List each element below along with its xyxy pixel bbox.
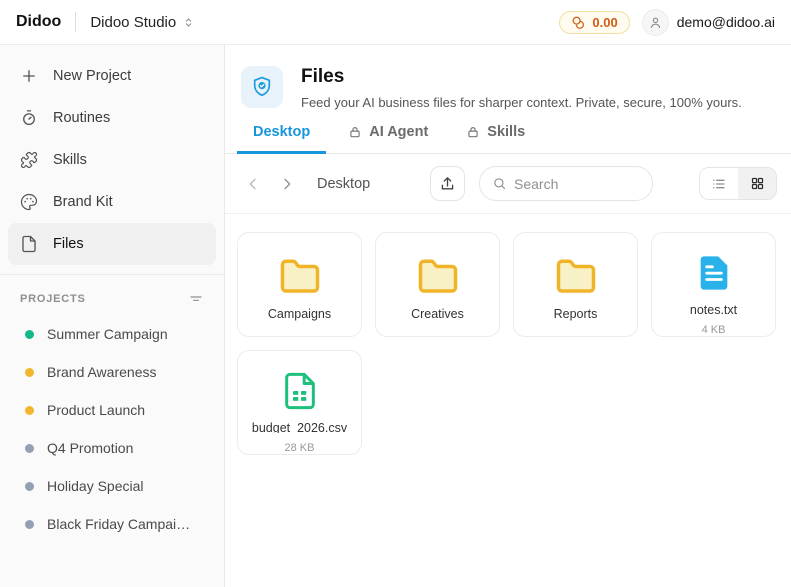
files-page-header: Files Feed your AI business files for sh… — [225, 45, 791, 110]
project-label: Holiday Special — [47, 478, 144, 494]
folder-icon — [553, 256, 599, 298]
sidebar-item-files[interactable]: Files — [8, 223, 216, 265]
sidebar: New Project Routines Skills Brand Kit Fi — [0, 45, 225, 587]
account-menu[interactable]: demo@didoo.ai — [642, 9, 775, 36]
workspace-switcher[interactable]: Didoo Studio — [90, 14, 195, 31]
project-dot — [25, 482, 34, 491]
tab-skills[interactable]: Skills — [450, 124, 541, 154]
file-icon — [20, 235, 38, 253]
file-name: Reports — [554, 307, 598, 321]
file-size: 4 KB — [702, 324, 726, 336]
project-label: Q4 Promotion — [47, 440, 133, 456]
timer-icon — [20, 109, 38, 127]
sidebar-item-label: New Project — [53, 68, 131, 84]
sidebar-item-skills[interactable]: Skills — [8, 139, 216, 181]
sidebar-item-label: Brand Kit — [53, 194, 113, 210]
tab-label: AI Agent — [369, 124, 428, 140]
project-dot — [25, 368, 34, 377]
project-item-holiday-special[interactable]: Holiday Special — [8, 467, 216, 505]
sidebar-item-label: Skills — [53, 152, 87, 168]
project-item-product-launch[interactable]: Product Launch — [8, 391, 216, 429]
view-toggle — [699, 167, 777, 200]
project-dot — [25, 406, 34, 415]
filter-icon[interactable] — [188, 291, 204, 307]
back-button[interactable] — [239, 170, 267, 198]
folder-icon — [415, 256, 461, 298]
file-name: notes.txt — [690, 303, 737, 315]
app-logo: Didoo — [16, 13, 61, 31]
file-card-reports[interactable]: Reports — [513, 232, 638, 337]
file-card-budget-csv[interactable]: budget_2026.csv 28 KB — [237, 350, 362, 455]
file-card-campaigns[interactable]: Campaigns — [237, 232, 362, 337]
chevron-up-down-icon — [182, 16, 195, 29]
file-toolbar: Desktop — [225, 154, 791, 214]
app-body: New Project Routines Skills Brand Kit Fi — [0, 45, 791, 587]
page-subtitle: Feed your AI business files for sharper … — [301, 95, 742, 110]
shield-check-icon — [241, 66, 283, 108]
project-dot — [25, 330, 34, 339]
tab-bar: Desktop AI Agent Skills — [225, 110, 791, 154]
user-email: demo@didoo.ai — [677, 14, 775, 30]
project-item-black-friday[interactable]: Black Friday Campai… — [8, 505, 216, 543]
search-input[interactable] — [514, 176, 640, 192]
credits-amount: 0.00 — [592, 15, 617, 30]
projects-title: PROJECTS — [20, 293, 86, 305]
project-item-summer-campaign[interactable]: Summer Campaign — [8, 315, 216, 353]
grid-view-icon[interactable] — [738, 168, 776, 199]
projects-header: PROJECTS — [8, 275, 216, 315]
list-view-icon[interactable] — [700, 168, 738, 199]
sidebar-item-label: Files — [53, 236, 84, 252]
file-name: Campaigns — [268, 307, 331, 321]
tab-label: Desktop — [253, 124, 310, 140]
project-dot — [25, 520, 34, 529]
project-dot — [25, 444, 34, 453]
puzzle-icon — [20, 151, 38, 169]
lock-icon — [348, 125, 362, 139]
tab-desktop[interactable]: Desktop — [237, 124, 326, 154]
file-name: budget_2026.csv — [252, 421, 347, 433]
tab-label: Skills — [487, 124, 525, 140]
sidebar-item-routines[interactable]: Routines — [8, 97, 216, 139]
project-label: Brand Awareness — [47, 364, 156, 380]
topbar: Didoo Didoo Studio 0.00 demo@didoo.ai — [0, 0, 791, 45]
files-grid: Campaigns Creatives Reports notes.txt — [225, 214, 791, 473]
files-page-header-text: Files Feed your AI business files for sh… — [301, 66, 742, 110]
project-label: Black Friday Campai… — [47, 516, 190, 532]
palette-icon — [20, 193, 38, 211]
file-size: 28 KB — [285, 442, 315, 454]
project-item-q4-promotion[interactable]: Q4 Promotion — [8, 429, 216, 467]
project-label: Product Launch — [47, 402, 145, 418]
sidebar-item-label: Routines — [53, 110, 110, 126]
file-card-creatives[interactable]: Creatives — [375, 232, 500, 337]
spreadsheet-file-icon — [280, 370, 320, 412]
tab-ai-agent[interactable]: AI Agent — [332, 124, 444, 154]
main-panel: Files Feed your AI business files for sh… — [225, 45, 791, 587]
sidebar-item-new-project[interactable]: New Project — [8, 55, 216, 97]
text-file-icon — [694, 252, 734, 294]
project-label: Summer Campaign — [47, 326, 168, 342]
search-icon — [492, 176, 507, 191]
search-box — [479, 166, 653, 201]
credits-badge[interactable]: 0.00 — [559, 11, 629, 34]
lock-icon — [466, 125, 480, 139]
breadcrumb: Desktop — [317, 176, 370, 192]
file-name: Creatives — [411, 307, 464, 321]
topbar-right: 0.00 demo@didoo.ai — [559, 9, 775, 36]
topbar-divider — [75, 12, 76, 32]
project-item-brand-awareness[interactable]: Brand Awareness — [8, 353, 216, 391]
folder-icon — [277, 256, 323, 298]
forward-button[interactable] — [273, 170, 301, 198]
sidebar-item-brand-kit[interactable]: Brand Kit — [8, 181, 216, 223]
page-title: Files — [301, 66, 742, 88]
coins-icon — [571, 15, 586, 30]
upload-button[interactable] — [430, 166, 465, 201]
file-card-notes-txt[interactable]: notes.txt 4 KB — [651, 232, 776, 337]
plus-icon — [20, 67, 38, 85]
user-avatar-icon — [642, 9, 669, 36]
workspace-name: Didoo Studio — [90, 14, 176, 31]
